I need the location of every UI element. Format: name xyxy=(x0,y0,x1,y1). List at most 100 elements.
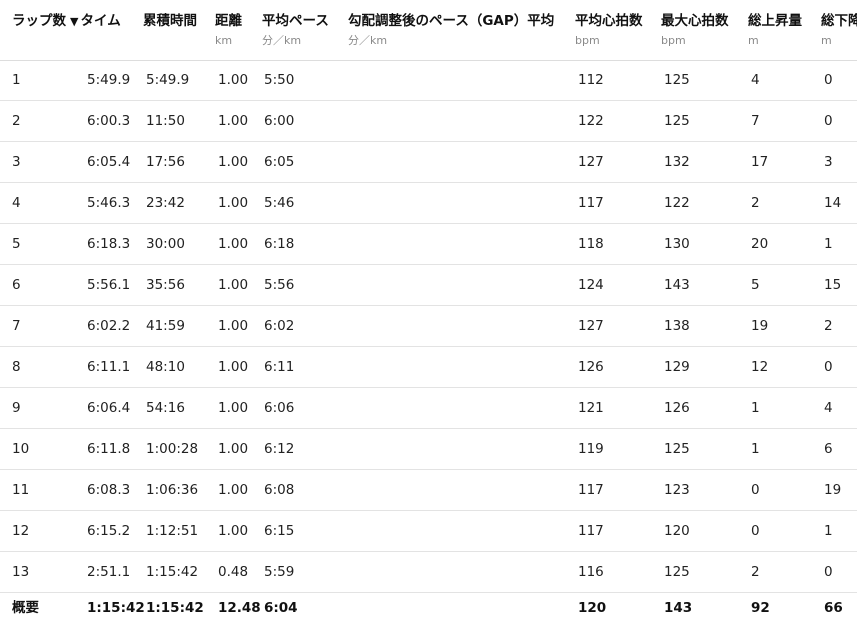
cell-distance: 1.00 xyxy=(218,441,249,457)
cell-lap: 11 xyxy=(12,482,30,498)
cell-descent: 0 xyxy=(824,113,833,129)
column-header-text: 累積時間 xyxy=(143,13,197,29)
cell-descent: 14 xyxy=(824,195,842,211)
cell-avg_hr: 117 xyxy=(578,195,604,211)
cell-avg_hr: 126 xyxy=(578,359,604,375)
cell-descent: 0 xyxy=(824,564,833,580)
table-row: 1 5:49.9 5:49.9 1.00 5:50 112 125 4 0 xyxy=(0,60,857,101)
cell-avg_hr: 116 xyxy=(578,564,604,580)
cell-lap: 概要 xyxy=(12,600,39,616)
cell-max_hr: 120 xyxy=(664,523,690,539)
cell-avg_pace: 5:46 xyxy=(264,195,295,211)
cell-time: 6:11.1 xyxy=(87,359,131,375)
table-row: 4 5:46.3 23:42 1.00 5:46 117 122 2 14 xyxy=(0,183,857,224)
column-header-text: 総上昇量 xyxy=(748,13,802,29)
cell-time: 1:15:42 xyxy=(87,600,145,616)
cell-max_hr: 123 xyxy=(664,482,690,498)
cell-lap: 6 xyxy=(12,277,21,293)
sort-down-icon[interactable]: ▼ xyxy=(70,15,78,28)
cell-lap: 13 xyxy=(12,564,30,580)
cell-ascent: 1 xyxy=(751,441,760,457)
cell-avg_hr: 117 xyxy=(578,482,604,498)
cell-avg_hr: 112 xyxy=(578,72,604,88)
cell-avg_hr: 121 xyxy=(578,400,604,416)
cell-avg_pace: 6:04 xyxy=(264,600,298,616)
cell-lap: 4 xyxy=(12,195,21,211)
cell-descent: 15 xyxy=(824,277,842,293)
cell-avg_hr: 117 xyxy=(578,523,604,539)
table-row: 13 2:51.1 1:15:42 0.48 5:59 116 125 2 0 xyxy=(0,552,857,593)
cell-descent: 0 xyxy=(824,72,833,88)
cell-ascent: 5 xyxy=(751,277,760,293)
column-header-cumulative[interactable]: 累積時間 xyxy=(143,12,197,34)
column-header-text: 総下降量 xyxy=(821,13,857,29)
cell-cumulative: 5:49.9 xyxy=(146,72,190,88)
cell-avg_hr: 119 xyxy=(578,441,604,457)
cell-avg_pace: 6:18 xyxy=(264,236,295,252)
column-header-label: 最大心拍数 xyxy=(661,12,729,30)
column-header-label: 平均ペース xyxy=(262,12,329,30)
cell-avg_hr: 124 xyxy=(578,277,604,293)
column-header-text: 最大心拍数 xyxy=(661,13,729,29)
column-header-lap[interactable]: ラップ数 xyxy=(12,12,66,34)
cell-avg_pace: 5:50 xyxy=(264,72,295,88)
laps-table-viewport: ラップ数 ▼ タイム 累積時間 距離 km 平均ペース 分／km 勾配調整後のペース（GAP）平… xyxy=(0,0,857,622)
table-header: ラップ数 ▼ タイム 累積時間 距離 km 平均ペース 分／km 勾配調整後のペース（GAP）平… xyxy=(0,0,857,61)
cell-max_hr: 125 xyxy=(664,441,690,457)
column-header-descent[interactable]: 総下降量 m xyxy=(821,12,857,48)
column-header-time[interactable]: ▼ タイム xyxy=(70,12,121,35)
cell-avg_hr: 120 xyxy=(578,600,607,616)
cell-time: 2:51.1 xyxy=(87,564,131,580)
cell-distance: 1.00 xyxy=(218,195,249,211)
cell-ascent: 7 xyxy=(751,113,760,129)
column-unit: m xyxy=(748,34,759,47)
cell-lap: 7 xyxy=(12,318,21,334)
table-row: 11 6:08.3 1:06:36 1.00 6:08 117 123 0 19 xyxy=(0,470,857,511)
cell-descent: 0 xyxy=(824,359,833,375)
column-header-label: 累積時間 xyxy=(143,12,197,30)
cell-max_hr: 138 xyxy=(664,318,690,334)
column-header-max_hr[interactable]: 最大心拍数 bpm xyxy=(661,12,729,48)
cell-cumulative: 41:59 xyxy=(146,318,185,334)
column-header-gap[interactable]: 勾配調整後のペース（GAP）平均分／km xyxy=(348,12,554,48)
column-header-label: 勾配調整後のペース（GAP）平均 xyxy=(348,12,554,30)
cell-ascent: 12 xyxy=(751,359,769,375)
cell-cumulative: 17:56 xyxy=(146,154,185,170)
column-header-avg_hr[interactable]: 平均心拍数 bpm xyxy=(575,12,643,48)
cell-cumulative: 1:06:36 xyxy=(146,482,199,498)
cell-descent: 3 xyxy=(824,154,833,170)
cell-ascent: 19 xyxy=(751,318,769,334)
cell-max_hr: 125 xyxy=(664,113,690,129)
cell-ascent: 92 xyxy=(751,600,770,616)
cell-lap: 8 xyxy=(12,359,21,375)
column-header-ascent[interactable]: 総上昇量 m xyxy=(748,12,802,48)
cell-cumulative: 1:15:42 xyxy=(146,564,199,580)
cell-time: 5:49.9 xyxy=(87,72,131,88)
cell-avg_hr: 127 xyxy=(578,318,604,334)
cell-time: 6:08.3 xyxy=(87,482,131,498)
cell-max_hr: 143 xyxy=(664,600,693,616)
column-unit: m xyxy=(821,34,832,47)
cell-max_hr: 132 xyxy=(664,154,690,170)
column-unit: 分／km xyxy=(348,34,388,47)
column-unit: bpm xyxy=(661,34,686,47)
cell-ascent: 2 xyxy=(751,195,760,211)
cell-avg_pace: 6:08 xyxy=(264,482,295,498)
cell-distance: 1.00 xyxy=(218,400,249,416)
column-header-avg_pace[interactable]: 平均ペース 分／km xyxy=(262,12,329,48)
cell-avg_pace: 5:59 xyxy=(264,564,295,580)
cell-max_hr: 126 xyxy=(664,400,690,416)
cell-distance: 1.00 xyxy=(218,154,249,170)
column-header-distance[interactable]: 距離 km xyxy=(215,12,242,48)
cell-avg_hr: 127 xyxy=(578,154,604,170)
table-row: 6 5:56.1 35:56 1.00 5:56 124 143 5 15 xyxy=(0,265,857,306)
cell-avg_pace: 6:06 xyxy=(264,400,295,416)
cell-lap: 10 xyxy=(12,441,30,457)
column-header-label: 平均心拍数 xyxy=(575,12,643,30)
table-row: 5 6:18.3 30:00 1.00 6:18 118 130 20 1 xyxy=(0,224,857,265)
cell-cumulative: 54:16 xyxy=(146,400,185,416)
cell-distance: 1.00 xyxy=(218,318,249,334)
cell-descent: 1 xyxy=(824,523,833,539)
cell-distance: 1.00 xyxy=(218,277,249,293)
cell-lap: 9 xyxy=(12,400,21,416)
